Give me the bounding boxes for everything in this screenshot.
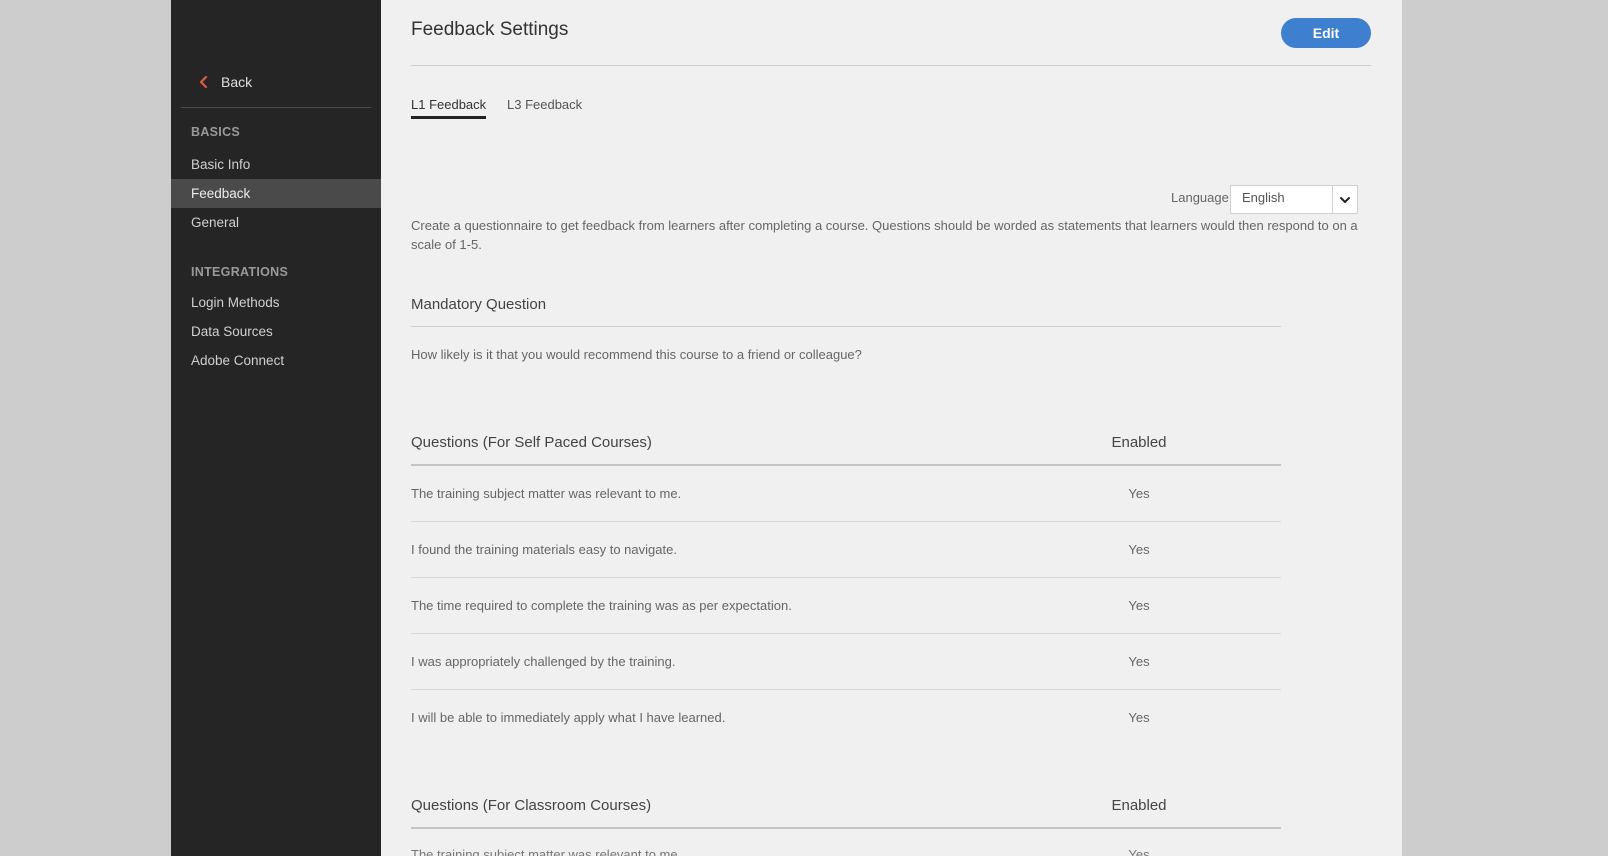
classroom-heading-label: Questions (For Classroom Courses) [411, 797, 652, 814]
sidebar-item-login-methods[interactable]: Login Methods [171, 288, 381, 317]
self-paced-heading: Questions (For Self Paced Courses) Enabl… [411, 434, 1281, 458]
main-panel: Feedback Settings Edit L1 Feedback L3 Fe… [381, 0, 1402, 856]
language-selected-value: English [1242, 190, 1285, 205]
back-label: Back [221, 74, 253, 90]
edit-button[interactable]: Edit [1281, 18, 1371, 48]
self-paced-heading-label: Questions (For Self Paced Courses) [411, 434, 652, 451]
table-row: I was appropriately challenged by the tr… [411, 634, 1281, 690]
sidebar: Back BASICS Basic Info Feedback General … [171, 0, 381, 856]
question-text: The training subject matter was relevant… [411, 486, 682, 501]
mandatory-heading-label: Mandatory Question [411, 296, 547, 313]
mandatory-divider [411, 326, 1281, 327]
sidebar-divider [181, 107, 371, 108]
question-text: The training subject matter was relevant… [411, 847, 682, 856]
back-button[interactable]: Back [197, 72, 252, 92]
title-divider [411, 65, 1371, 66]
classroom-heading: Questions (For Classroom Courses) Enable… [411, 797, 1281, 821]
mandatory-question-heading: Mandatory Question [411, 296, 1281, 320]
enabled-value: Yes [1128, 542, 1150, 557]
language-select[interactable]: English [1230, 185, 1358, 214]
enabled-value: Yes [1128, 486, 1150, 501]
language-label: Language [1171, 190, 1229, 205]
chevron-left-icon [199, 75, 208, 89]
enabled-value: Yes [1128, 710, 1150, 725]
classroom-enabled-heading: Enabled [1111, 797, 1167, 814]
sidebar-item-basic-info[interactable]: Basic Info [171, 150, 381, 179]
classroom-divider [411, 827, 1281, 829]
table-row: The time required to complete the traini… [411, 578, 1281, 634]
question-text: I will be able to immediately apply what… [411, 710, 726, 725]
table-row: The training subject matter was relevant… [411, 847, 1281, 856]
enabled-value: Yes [1128, 598, 1150, 613]
sidebar-item-data-sources[interactable]: Data Sources [171, 317, 381, 346]
enabled-value: Yes [1128, 847, 1150, 856]
self-paced-enabled-heading: Enabled [1111, 434, 1167, 451]
tab-l3-feedback[interactable]: L3 Feedback [507, 97, 582, 116]
page-title: Feedback Settings [411, 19, 569, 40]
sidebar-item-feedback[interactable]: Feedback [171, 179, 381, 208]
question-text: I found the training materials easy to n… [411, 542, 677, 557]
sidebar-section-basics: BASICS [191, 125, 241, 139]
question-text: The time required to complete the traini… [411, 598, 792, 613]
question-text: I was appropriately challenged by the tr… [411, 654, 676, 669]
table-row: I will be able to immediately apply what… [411, 690, 1281, 746]
description-text: Create a questionnaire to get feedback f… [411, 218, 1358, 252]
sidebar-item-adobe-connect[interactable]: Adobe Connect [171, 346, 381, 375]
table-row: The training subject matter was relevant… [411, 466, 1281, 522]
sidebar-section-integrations: INTEGRATIONS [191, 265, 289, 279]
table-row: I found the training materials easy to n… [411, 522, 1281, 578]
mandatory-question-text: How likely is it that you would recommen… [411, 347, 862, 362]
enabled-value: Yes [1128, 654, 1150, 669]
chevron-down-icon [1332, 186, 1357, 213]
sidebar-item-general[interactable]: General [171, 208, 381, 237]
tab-l1-feedback[interactable]: L1 Feedback [411, 97, 487, 119]
